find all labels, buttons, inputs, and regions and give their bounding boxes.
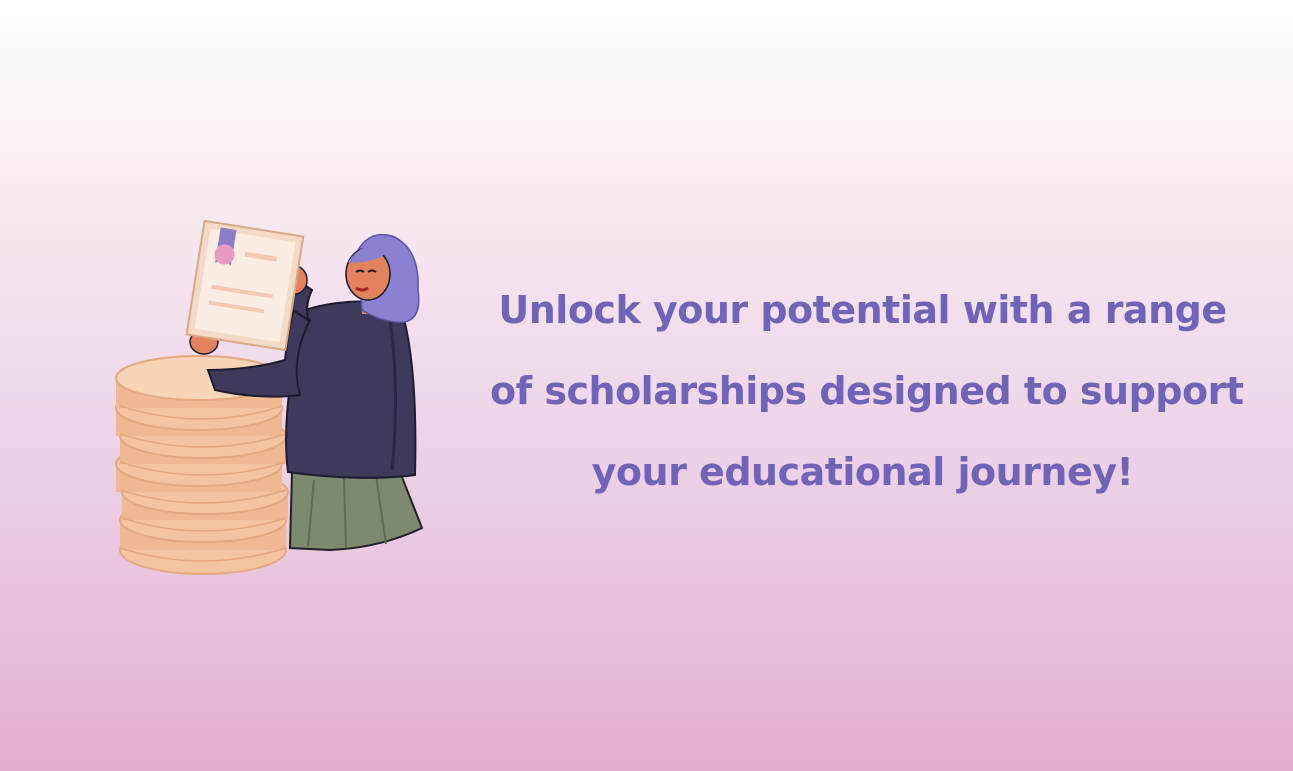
certificate-icon <box>185 219 305 352</box>
headline-line-1: Unlock your potential with a range <box>498 288 1227 332</box>
scholarship-banner: Unlock your potential with a range of sc… <box>0 0 1293 771</box>
headline-line-2: of scholarships designed to support <box>490 369 1244 413</box>
scholarship-illustration <box>115 219 424 575</box>
headline: Unlock your potential with a range of sc… <box>490 270 1244 513</box>
skirt-shape <box>288 471 424 552</box>
headline-line-3: your educational journey! <box>591 450 1134 494</box>
